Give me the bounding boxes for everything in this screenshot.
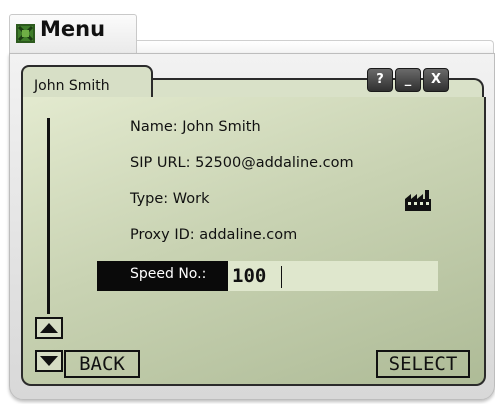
scroll-down-button[interactable] <box>35 350 63 372</box>
detail-name: Name: John Smith <box>130 119 261 135</box>
factory-icon <box>405 190 431 211</box>
arrow-down-icon <box>40 356 58 366</box>
detail-sip-url: SIP URL: 52500@addaline.com <box>130 155 354 171</box>
detail-type: Type: Work <box>130 191 210 207</box>
speed-number-input[interactable] <box>228 261 438 291</box>
scroll-track <box>47 118 50 314</box>
detail-proxy-id: Proxy ID: addaline.com <box>130 227 298 243</box>
contact-header-name: John Smith <box>34 78 110 94</box>
text-cursor <box>281 266 282 288</box>
close-button[interactable]: X <box>423 68 449 92</box>
back-button[interactable]: BACK <box>64 350 140 378</box>
select-button[interactable]: SELECT <box>376 350 470 378</box>
help-button[interactable]: ? <box>367 68 393 92</box>
minimize-button[interactable]: _ <box>395 68 421 92</box>
scroll-up-button[interactable] <box>35 317 63 339</box>
arrow-up-icon <box>40 323 58 333</box>
window-title: Menu <box>40 17 106 41</box>
speed-number-label: Speed No.: <box>97 261 228 291</box>
app-icon <box>16 24 35 43</box>
